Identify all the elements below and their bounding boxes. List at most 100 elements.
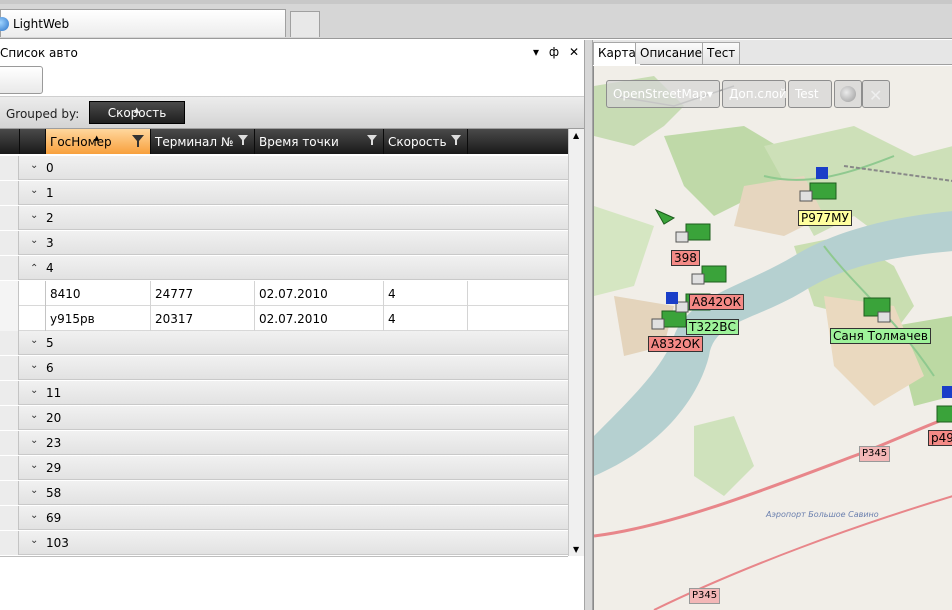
extra-layer-button[interactable]: Доп.слой: [722, 80, 787, 108]
dropdown-arrow-icon[interactable]: ▾: [529, 45, 543, 59]
chevron-down-icon[interactable]: ⌄: [30, 160, 38, 171]
column-header-time-label: Время точки: [259, 135, 339, 149]
vehicle-label[interactable]: Т322ВС: [686, 319, 739, 335]
vehicle-label[interactable]: Саня Толмачев: [830, 328, 931, 344]
chevron-up-icon[interactable]: ⌃: [30, 263, 38, 274]
chevron-down-icon[interactable]: ⌄: [30, 535, 38, 546]
filter-icon[interactable]: [132, 135, 144, 147]
cell-speed[interactable]: 4: [384, 281, 468, 306]
cell-terminal[interactable]: 20317: [151, 306, 255, 331]
group-row-label: 0: [46, 161, 54, 175]
vehicle-label[interactable]: р49: [928, 430, 952, 446]
scroll-up-icon[interactable]: ▲: [573, 131, 579, 140]
cell-terminal[interactable]: 24777: [151, 281, 255, 306]
chevron-down-icon[interactable]: ⌄: [30, 185, 38, 196]
test-button[interactable]: Test: [788, 80, 832, 108]
group-row[interactable]: ⌄ 0: [0, 156, 568, 180]
chevron-down-icon[interactable]: ⌄: [30, 235, 38, 246]
group-row[interactable]: ⌄ 5: [0, 331, 568, 355]
group-row[interactable]: ⌄ 3: [0, 231, 568, 255]
tab-map[interactable]: Карта: [593, 42, 641, 65]
map-layer-select[interactable]: OpenStreetMap ▾: [606, 80, 720, 108]
column-header-plate[interactable]: ▲ ГосНомер: [46, 129, 151, 154]
filter-icon[interactable]: [238, 135, 248, 145]
sort-asc-icon: ▲: [134, 106, 140, 114]
map-tool-button[interactable]: ✕: [862, 80, 890, 108]
group-indent: [19, 306, 46, 331]
cell-plate[interactable]: 8410: [46, 281, 151, 306]
cell-time[interactable]: 02.07.2010 17:48:54: [255, 281, 384, 327]
browser-tab-lightweb[interactable]: LightWeb: [0, 9, 286, 37]
chevron-down-icon[interactable]: ⌄: [30, 410, 38, 421]
vehicle-label[interactable]: А832ОК: [648, 336, 704, 352]
group-by-chip-speed[interactable]: ▲ Скорость: [89, 101, 185, 124]
scroll-down-icon[interactable]: ▼: [573, 545, 579, 554]
row-indicator: [0, 156, 19, 180]
cell-speed[interactable]: 4: [384, 306, 468, 331]
table-row[interactable]: 8410 24777 02.07.2010 17:48:54 4: [0, 281, 568, 327]
row-indicator-header: [0, 129, 20, 154]
chevron-down-icon[interactable]: ⌄: [30, 360, 38, 371]
browser-globe-icon: [0, 17, 9, 31]
globe-button[interactable]: [834, 80, 862, 108]
table-row[interactable]: у915рв 20317 02.07.2010 17:45:22 4: [0, 306, 568, 352]
row-indicator: [0, 331, 19, 355]
chevron-down-icon[interactable]: ⌄: [30, 210, 38, 221]
row-indicator: [0, 356, 19, 380]
panel-splitter[interactable]: [584, 40, 593, 610]
toolbar-button[interactable]: [0, 66, 43, 94]
group-by-label: Grouped by:: [6, 107, 80, 121]
wrench-icon: ✕: [869, 86, 883, 105]
chevron-down-icon[interactable]: ⌄: [30, 485, 38, 496]
row-indicator: [0, 181, 19, 205]
airport-label: Аэропорт Большое Савино: [766, 510, 879, 519]
vehicle-list-title: Список авто: [0, 46, 78, 60]
column-header-speed[interactable]: Скорость: [384, 129, 468, 154]
pin-icon[interactable]: ф: [547, 45, 561, 59]
cell-time[interactable]: 02.07.2010 17:45:22: [255, 306, 384, 352]
grid-vertical-scrollbar[interactable]: ▲ ▼: [568, 129, 585, 556]
browser-tab-title: LightWeb: [13, 17, 70, 31]
map-view[interactable]: Р977МУ 398 А842ОК Т322ВС А832ОК Саня Тол…: [593, 66, 952, 610]
chevron-down-icon[interactable]: ⌄: [30, 385, 38, 396]
group-row[interactable]: ⌄ 58: [0, 481, 568, 505]
group-row[interactable]: ⌄ 103: [0, 531, 568, 555]
row-indicator: [0, 231, 19, 255]
chevron-down-icon[interactable]: ⌄: [30, 510, 38, 521]
group-row[interactable]: ⌄ 1: [0, 181, 568, 205]
group-row[interactable]: ⌄ 2: [0, 206, 568, 230]
filter-icon[interactable]: [367, 135, 377, 145]
column-header-time[interactable]: Время точки: [255, 129, 384, 154]
group-row[interactable]: ⌄ 11: [0, 381, 568, 405]
filter-icon[interactable]: [451, 135, 461, 145]
cell-plate[interactable]: у915рв: [46, 306, 151, 331]
group-row[interactable]: ⌄ 20: [0, 406, 568, 430]
group-row[interactable]: ⌄ 29: [0, 456, 568, 480]
vehicle-label[interactable]: 398: [671, 250, 700, 266]
group-row-expanded[interactable]: ⌃ 4: [0, 256, 568, 280]
vehicle-label[interactable]: А842ОК: [689, 294, 745, 310]
group-by-panel: [0, 97, 584, 129]
new-tab-button[interactable]: [290, 11, 320, 37]
chevron-down-icon[interactable]: ⌄: [30, 460, 38, 471]
group-indent: [19, 281, 46, 306]
tab-test[interactable]: Тест: [702, 42, 741, 64]
map-layer-select-value: OpenStreetMap: [613, 87, 707, 101]
browser-top-edge: [0, 0, 952, 4]
vehicle-list-header: [0, 42, 584, 65]
group-row-label: 1: [46, 186, 54, 200]
group-row[interactable]: ⌄ 6: [0, 356, 568, 380]
close-icon[interactable]: ✕: [567, 45, 581, 59]
chevron-down-icon[interactable]: ⌄: [30, 435, 38, 446]
tab-description[interactable]: Описание: [635, 42, 708, 64]
vehicle-label[interactable]: Р977МУ: [798, 210, 852, 226]
group-row[interactable]: ⌄ 69: [0, 506, 568, 530]
globe-icon: [840, 86, 856, 102]
column-header-terminal[interactable]: Терминал №: [151, 129, 255, 154]
group-row-label: 5: [46, 336, 54, 350]
group-row[interactable]: ⌄ 23: [0, 431, 568, 455]
row-indicator: [0, 306, 19, 331]
chevron-down-icon[interactable]: ⌄: [30, 335, 38, 346]
group-row-label: 69: [46, 511, 62, 525]
column-header-terminal-label: Терминал №: [155, 135, 234, 149]
